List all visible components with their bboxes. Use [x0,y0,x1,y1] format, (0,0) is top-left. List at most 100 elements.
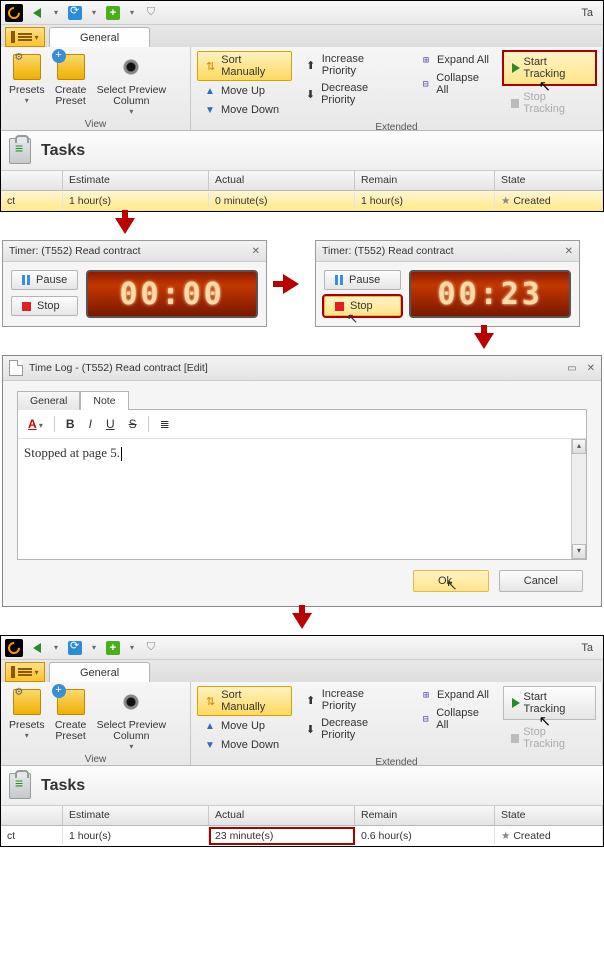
sort-manually-button[interactable]: ⇅Sort Manually [197,686,292,716]
ribbon-tabstrip: ▾ General [1,660,603,682]
star-icon: ★ [501,830,510,842]
nav-back-button[interactable] [27,639,47,657]
cancel-button[interactable]: Cancel [499,570,583,592]
ok-button[interactable]: Ok↖ [413,570,489,592]
timer-window-before: Timer: (T552) Read contract ✕ Pause Stop… [2,240,267,327]
title-bar: ▾ ▾ + ▾ ⛉ Ta [1,636,603,660]
pause-button[interactable]: Pause [324,270,401,290]
note-editor[interactable]: Stopped at page 5. ▴ ▾ [18,439,586,559]
cursor-icon: ↖ [539,78,552,95]
decrease-priority-button[interactable]: ⬇Decrease Priority [298,715,407,743]
timer-window-after: Timer: (T552) Read contract ✕ Pause Stop… [315,240,580,327]
col-state[interactable]: State [495,171,603,190]
new-dropdown[interactable]: ▾ [127,4,137,22]
expand-all-button[interactable]: ⊞Expand All [413,51,497,69]
table-row[interactable]: ct 1 hour(s) 23 minute(s) 0.6 hour(s) ★ … [1,826,603,846]
scroll-up-button[interactable]: ▴ [572,439,586,454]
close-icon[interactable]: ✕ [252,246,260,257]
increase-priority-button[interactable]: ⬆Increase Priority [298,51,407,79]
cursor-icon: ↖ [446,577,458,593]
stop-icon [22,302,31,311]
table-row[interactable]: ct 1 hour(s) 0 minute(s) 1 hour(s) ★ Cre… [1,191,603,211]
refresh-dropdown[interactable]: ▾ [89,4,99,22]
new-dropdown[interactable]: ▾ [127,639,137,657]
expand-all-button[interactable]: ⊞Expand All [413,686,497,704]
list-button[interactable]: ≣ [154,414,176,434]
col-estimate[interactable]: Estimate [63,806,209,825]
app-icon [5,639,23,657]
new-button[interactable]: + [103,639,123,657]
down-arrow-icon [115,218,135,234]
ribbon-tabstrip: ▾ General [1,25,603,47]
move-down-button[interactable]: ▼Move Down [197,101,292,119]
nav-back-button[interactable] [27,4,47,22]
stop-button[interactable]: Stop [11,296,78,316]
pause-button[interactable]: Pause [11,270,78,290]
time-log-dialog: Time Log - (T552) Read contract [Edit] ▭… [2,355,602,607]
timer-display: 00:23 [409,270,571,318]
move-up-button[interactable]: ▲Move Up [197,717,292,735]
col-actual[interactable]: Actual [209,171,355,190]
table-header: Estimate Actual Remain State [1,171,603,191]
app-menu-button[interactable]: ▾ [5,27,45,47]
collapse-all-button[interactable]: ⊟Collapse All [413,70,497,98]
stop-button[interactable]: Stop↖ [324,296,401,316]
tab-general[interactable]: General [49,27,150,47]
col-remain[interactable]: Remain [355,171,495,190]
presets-button[interactable]: Presets ▾ [5,49,49,107]
col-remain[interactable]: Remain [355,806,495,825]
strike-button[interactable]: S [123,414,143,434]
refresh-button[interactable] [65,4,85,22]
play-icon [512,698,520,708]
col-actual[interactable]: Actual [209,806,355,825]
clipboard-icon [9,138,31,164]
create-preset-button[interactable]: Create Preset [51,49,91,109]
shield-icon[interactable]: ⛉ [141,4,161,22]
scroll-down-button[interactable]: ▾ [572,544,586,559]
new-button[interactable]: + [103,4,123,22]
create-preset-button[interactable]: Create Preset [51,684,91,744]
right-arrow-icon [283,274,299,294]
italic-button[interactable]: I [83,414,98,434]
underline-button[interactable]: U [100,414,121,434]
tab-general[interactable]: General [49,662,150,682]
select-preview-column-button[interactable]: Select Preview Column ▾ [93,49,170,118]
col-state[interactable]: State [495,806,603,825]
clipboard-icon [9,773,31,799]
nav-back-dropdown[interactable]: ▾ [51,4,61,22]
minimize-icon[interactable]: ▭ [567,363,576,374]
collapse-all-button[interactable]: ⊟Collapse All [413,705,497,733]
editor-toolbar: A B I U S ≣ [18,410,586,439]
close-icon[interactable]: ✕ [565,246,573,257]
presets-button[interactable]: Presets▾ [5,684,49,742]
sort-manually-button[interactable]: ⇅Sort Manually [197,51,292,81]
shield-icon[interactable]: ⛉ [141,639,161,657]
nav-back-dropdown[interactable]: ▾ [51,639,61,657]
move-up-button[interactable]: ▲Move Up [197,82,292,100]
tab-general[interactable]: General [17,391,80,410]
down-arrow-icon [292,613,312,629]
stop-icon [511,734,520,743]
timer-display: 00:00 [86,270,258,318]
pause-icon [335,275,343,285]
font-color-button[interactable]: A [22,414,49,434]
app-menu-button[interactable]: ▾ [5,662,45,682]
tasks-header: Tasks [1,131,603,171]
ribbon: Presets▾ Create Preset Select Preview Co… [1,682,603,766]
dialog-tabs: General Note [17,391,587,410]
decrease-priority-button[interactable]: ⬇Decrease Priority [298,80,407,108]
move-down-button[interactable]: ▼Move Down [197,736,292,754]
ribbon: Presets ▾ Create Preset Select Preview C… [1,47,603,131]
tab-note[interactable]: Note [80,391,128,410]
close-icon[interactable]: ✕ [587,363,595,374]
increase-priority-button[interactable]: ⬆Increase Priority [298,686,407,714]
select-preview-column-button[interactable]: Select Preview Column▾ [93,684,170,753]
scrollbar[interactable]: ▴ ▾ [571,439,586,559]
play-icon [512,63,520,73]
refresh-button[interactable] [65,639,85,657]
bold-button[interactable]: B [60,414,81,434]
title-bar: ▾ ▾ + ▾ ⛉ Ta [1,1,603,25]
stop-icon [335,302,344,311]
refresh-dropdown[interactable]: ▾ [89,639,99,657]
col-estimate[interactable]: Estimate [63,171,209,190]
